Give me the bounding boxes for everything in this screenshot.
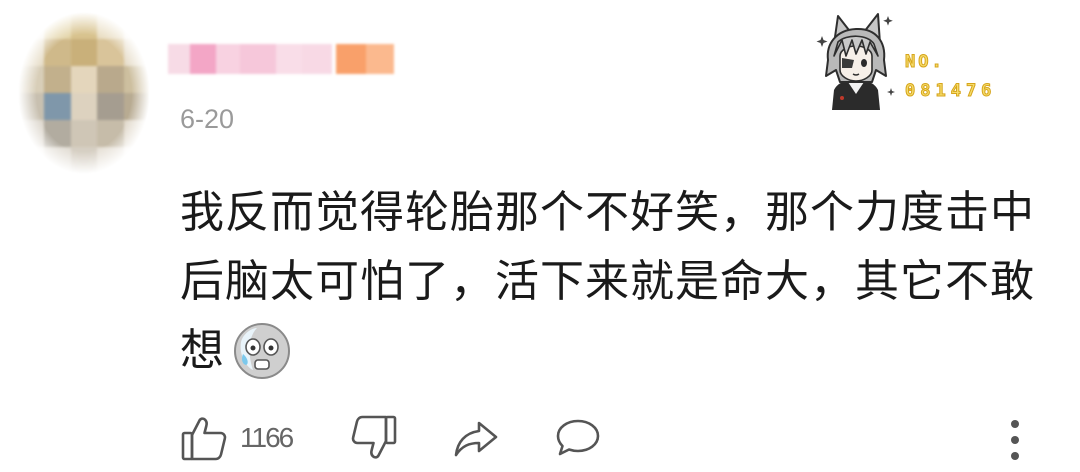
avatar-mosaic-tile — [123, 12, 150, 39]
avatar-mosaic-tile — [70, 39, 98, 66]
avatar-mosaic-tile — [44, 12, 71, 39]
wolf-eared-character-icon — [816, 13, 895, 110]
avatar-mosaic-tile — [44, 147, 71, 174]
thumb-down-icon[interactable] — [350, 414, 398, 462]
fan-badge-number: 081476 — [904, 81, 997, 102]
avatar-mosaic-tile — [44, 120, 71, 147]
avatar-mosaic-tile — [97, 93, 124, 120]
comment-icon[interactable] — [554, 414, 602, 462]
more-button[interactable] — [1003, 414, 1027, 462]
avatar-mosaic-tile — [44, 66, 71, 93]
username-mosaic-block — [336, 44, 366, 74]
comment-card: 6-20 NO. 081476 我反而觉得轮胎那个不好笑，那个力度击中 后脑太可… — [0, 0, 1080, 472]
dislike-button[interactable] — [350, 414, 398, 462]
comment-line: 我反而觉得轮胎那个不好笑，那个力度击中 — [180, 187, 1035, 238]
comment-date: 6-20 — [180, 104, 235, 134]
username-mosaic-block — [302, 44, 332, 74]
avatar-mosaic-tile — [18, 39, 45, 66]
like-count: 1166 — [240, 422, 294, 453]
reply-button[interactable] — [554, 414, 602, 462]
avatar-mosaic-tile — [97, 147, 124, 174]
username-mosaic-block — [190, 44, 216, 74]
avatar-mosaic-tile — [70, 147, 98, 174]
username-redacted[interactable] — [168, 44, 394, 74]
avatar-mosaic-tile — [18, 12, 45, 39]
avatar-mosaic-tile — [44, 93, 71, 120]
username-mosaic-block — [216, 44, 240, 74]
comment-line: 后脑太可怕了，活下来就是命大，其它不敢 — [180, 256, 1035, 307]
avatar-mosaic-tile — [123, 120, 150, 147]
comment-line-last: 想 — [180, 316, 1035, 385]
fan-badge-label: NO. — [905, 52, 945, 73]
avatar-mosaic-tile — [123, 39, 150, 66]
avatar-mosaic-tile — [97, 39, 124, 66]
avatar-mosaic-tile — [97, 120, 124, 147]
username-mosaic-block — [276, 44, 302, 74]
avatar-mosaic-tile — [123, 93, 150, 120]
avatar-mosaic-tile — [97, 12, 124, 39]
avatar[interactable] — [18, 12, 150, 174]
comment-content: 我反而觉得轮胎那个不好笑，那个力度击中 后脑太可怕了，活下来就是命大，其它不敢 … — [180, 178, 1035, 385]
avatar-mosaic-tile — [97, 66, 124, 93]
avatar-mosaic-tile — [70, 93, 98, 120]
username-mosaic-block — [366, 44, 394, 74]
username-mosaic-block — [240, 44, 276, 74]
share-icon[interactable] — [452, 414, 500, 462]
avatar-mosaic-tile — [18, 147, 45, 174]
username-mosaic-block — [168, 44, 190, 74]
avatar-mosaic-tile — [18, 120, 45, 147]
avatar-mosaic-tile — [123, 147, 150, 174]
avatar-mosaic-tile — [70, 120, 98, 147]
avatar-mosaic-tile — [123, 66, 150, 93]
avatar-mosaic-tile — [70, 12, 98, 39]
share-button[interactable] — [452, 414, 500, 462]
more-vertical-icon[interactable] — [1003, 414, 1027, 462]
comment-line: 想 — [180, 325, 225, 376]
avatar-mosaic-tile — [18, 66, 45, 93]
thumb-up-icon[interactable] — [180, 414, 228, 462]
scared-face-emoji-icon — [234, 322, 290, 379]
fan-badge[interactable]: NO. 081476 — [812, 10, 1008, 112]
like-button[interactable]: 1166 — [180, 414, 294, 462]
avatar-mosaic-tile — [70, 66, 98, 93]
avatar-mosaic-tile — [18, 93, 45, 120]
avatar-mosaic-tile — [44, 39, 71, 66]
